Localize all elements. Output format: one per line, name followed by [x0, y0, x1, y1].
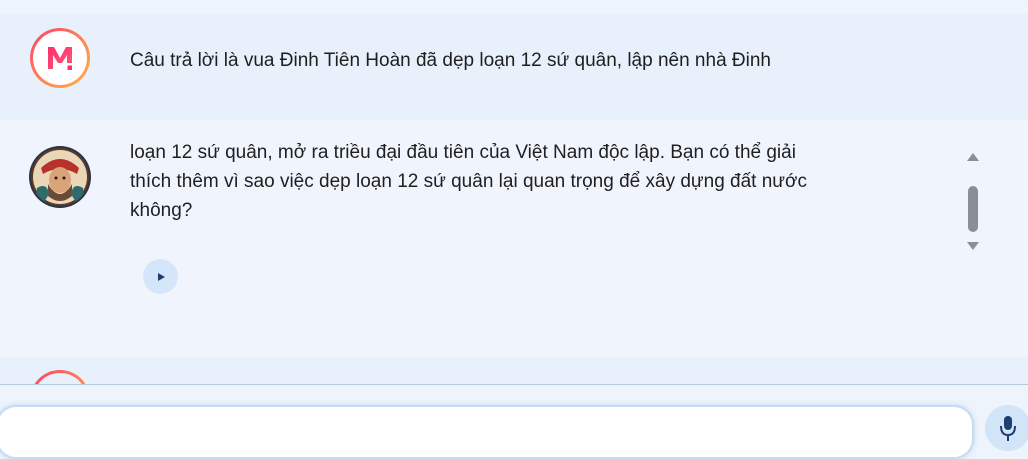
triangle-down-icon [967, 242, 979, 250]
bot-message-text: ​ loạn 12 sứ quân, mở ra triều đại đầu t… [130, 124, 950, 225]
scrollbar-thumb[interactable] [968, 186, 978, 232]
m-logo-icon [48, 47, 72, 70]
user-message: Câu trả lời là vua Đinh Tiên Hoàn đã dẹp… [0, 14, 1028, 120]
user-avatar [30, 28, 90, 88]
mic-button[interactable] [985, 405, 1028, 451]
bot-line: thích thêm vì sao việc dẹp loạn 12 sứ qu… [130, 171, 807, 192]
bot-line: không? [130, 200, 193, 221]
user-message-text: Câu trả lời là vua Đinh Tiên Hoàn đã dẹp… [130, 50, 771, 71]
scroll-up-button[interactable] [965, 151, 981, 163]
bot-avatar [31, 148, 89, 206]
message-input[interactable] [0, 405, 974, 459]
play-audio-button[interactable] [143, 259, 178, 294]
next-message [0, 357, 1028, 384]
next-message-avatar [30, 370, 90, 384]
mic-icon [1000, 416, 1016, 441]
play-icon [157, 272, 165, 281]
input-area [0, 384, 1028, 459]
clipped-line: ​ [130, 120, 950, 130]
triangle-up-icon [967, 153, 979, 161]
scroll-down-button[interactable] [965, 240, 981, 252]
bot-line: loạn 12 sứ quân, mở ra triều đại đầu tiê… [130, 142, 796, 163]
bot-message: ​ loạn 12 sứ quân, mở ra triều đại đầu t… [0, 120, 1028, 357]
